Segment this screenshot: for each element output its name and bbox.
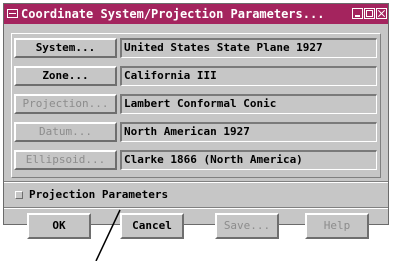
pointer-line <box>95 209 121 261</box>
